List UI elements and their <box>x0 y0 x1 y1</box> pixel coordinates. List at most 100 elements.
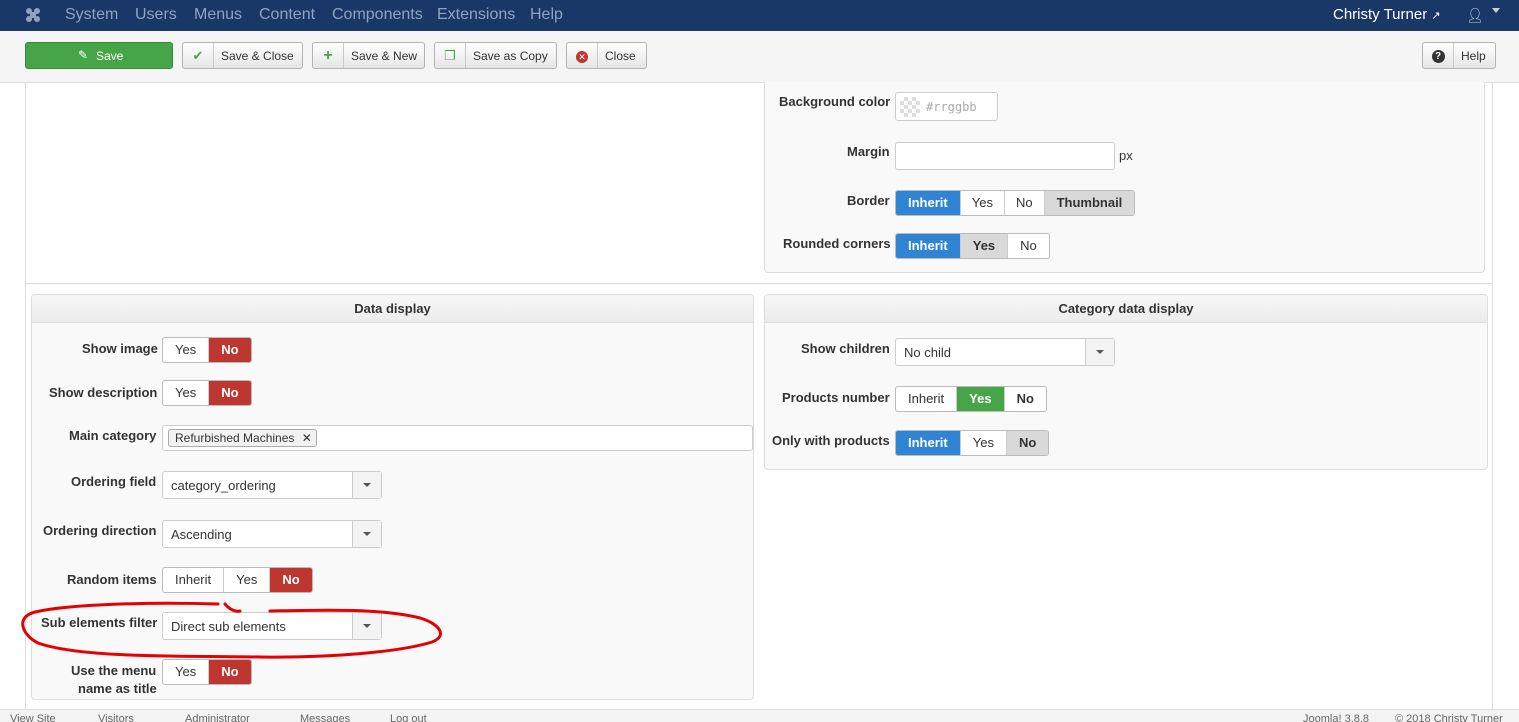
menu-title-no[interactable]: No <box>209 660 251 684</box>
chevron-down-icon[interactable] <box>352 521 381 547</box>
menu-components[interactable]: Components <box>332 6 423 24</box>
tab-frame-left <box>25 82 26 709</box>
show-image-label: Show image <box>82 341 158 356</box>
help-icon: ? <box>1423 43 1454 68</box>
show-children-select[interactable]: No child <box>895 338 1115 366</box>
ordering-field-value: category_ordering <box>171 478 276 493</box>
show-image-no[interactable]: No <box>209 338 251 362</box>
products-number-toggle[interactable]: Inherit Yes No <box>895 386 1047 412</box>
external-link-icon: ↗ <box>1431 10 1441 22</box>
show-description-yes[interactable]: Yes <box>163 381 210 405</box>
border-yes[interactable]: Yes <box>961 191 1005 215</box>
only-products-no[interactable]: No <box>1006 431 1049 455</box>
chevron-down-icon[interactable] <box>352 472 381 498</box>
products-number-inherit[interactable]: Inherit <box>896 387 958 411</box>
only-products-yes[interactable]: Yes <box>961 431 1007 455</box>
copy-icon: ❐ <box>435 43 466 68</box>
site-name-link[interactable]: Christy Turner ↗ <box>1333 6 1441 23</box>
rounded-yes[interactable]: Yes <box>960 234 1009 258</box>
plus-icon: + <box>313 43 344 68</box>
close-button[interactable]: ✕ Close <box>566 42 647 69</box>
rounded-corners-toggle[interactable]: Inherit Yes No <box>895 233 1050 259</box>
data-display-title: Data display <box>32 295 753 323</box>
remove-tag-icon[interactable]: ✕ <box>302 431 312 445</box>
random-yes[interactable]: Yes <box>224 568 271 592</box>
menu-extensions[interactable]: Extensions <box>437 6 515 24</box>
site-name: Christy Turner <box>1333 6 1428 23</box>
products-number-no[interactable]: No <box>1005 387 1046 411</box>
ordering-direction-label: Ordering direction <box>43 523 157 538</box>
main-category-label: Main category <box>69 428 157 443</box>
ordering-direction-select[interactable]: Ascending <box>162 520 382 548</box>
chevron-down-icon[interactable] <box>1085 339 1114 365</box>
margin-label: Margin <box>847 144 890 159</box>
user-icon[interactable]: 👤︎ <box>1466 7 1484 24</box>
show-description-toggle[interactable]: Yes No <box>162 380 252 406</box>
menu-system[interactable]: System <box>65 6 118 24</box>
menu-title-label-line1: Use the menu <box>71 663 157 678</box>
only-with-products-toggle[interactable]: Inherit Yes No <box>895 430 1050 456</box>
border-thumbnail[interactable]: Thumbnail <box>1044 191 1135 215</box>
random-items-label: Random items <box>67 572 157 587</box>
category-tag-label: Refurbished Machines <box>175 431 295 445</box>
products-number-yes[interactable]: Yes <box>957 387 1005 411</box>
show-description-label: Show description <box>49 385 158 400</box>
border-inherit[interactable]: Inherit <box>896 191 961 215</box>
save-close-button[interactable]: ✔ Save & Close <box>182 42 303 69</box>
background-color-field[interactable]: #rrggbb <box>895 92 998 121</box>
margin-unit: px <box>1119 148 1133 163</box>
menu-title-yes[interactable]: Yes <box>163 660 210 684</box>
border-toggle[interactable]: Inherit Yes No Thumbnail <box>895 190 1136 216</box>
save-label: Save <box>96 49 124 63</box>
save-copy-button[interactable]: ❐ Save as Copy <box>434 42 557 69</box>
section-divider <box>25 283 1493 284</box>
save-copy-label: Save as Copy <box>473 49 548 63</box>
close-label: Close <box>605 49 636 63</box>
status-bar: View Site Visitors Administrator Message… <box>0 709 1519 722</box>
main-category-field[interactable]: Refurbished Machines ✕ <box>162 425 753 451</box>
border-label: Border <box>847 193 890 208</box>
sub-elements-filter-value: Direct sub elements <box>171 619 286 634</box>
margin-input[interactable] <box>895 142 1115 170</box>
toolbar: Save ✎ ✔ Save & Close + Save & New ❐ Sav… <box>0 31 1519 83</box>
tab-frame-right <box>1492 82 1493 709</box>
help-label: Help <box>1461 49 1486 63</box>
help-button[interactable]: ? Help <box>1422 42 1496 69</box>
sub-elements-filter-select[interactable]: Direct sub elements <box>162 612 382 640</box>
sub-elements-filter-label: Sub elements filter <box>41 615 158 630</box>
chevron-down-icon[interactable] <box>1492 8 1500 13</box>
joomla-logo-icon[interactable] <box>24 6 42 24</box>
save-close-label: Save & Close <box>221 49 294 63</box>
ordering-field-label: Ordering field <box>71 474 157 489</box>
menu-title-toggle[interactable]: Yes No <box>162 659 252 685</box>
save-button[interactable]: Save ✎ <box>25 42 173 69</box>
ordering-direction-value: Ascending <box>171 527 232 542</box>
menu-menus[interactable]: Menus <box>194 6 242 24</box>
show-image-toggle[interactable]: Yes No <box>162 337 252 363</box>
show-children-value: No child <box>904 345 951 360</box>
menu-help[interactable]: Help <box>530 6 563 24</box>
rounded-inherit[interactable]: Inherit <box>896 234 961 258</box>
background-color-placeholder: #rrggbb <box>926 100 977 114</box>
random-items-toggle[interactable]: Inherit Yes No <box>162 567 313 593</box>
ordering-field-select[interactable]: category_ordering <box>162 471 382 499</box>
category-data-title: Category data display <box>765 295 1487 323</box>
edit-icon: ✎ <box>78 48 89 62</box>
random-inherit[interactable]: Inherit <box>163 568 225 592</box>
save-new-label: Save & New <box>351 49 418 63</box>
rounded-no[interactable]: No <box>1008 234 1049 258</box>
show-description-no[interactable]: No <box>209 381 251 405</box>
save-new-button[interactable]: + Save & New <box>312 42 425 69</box>
close-circle-icon: ✕ <box>567 43 598 68</box>
menu-content[interactable]: Content <box>259 6 315 24</box>
category-tag: Refurbished Machines ✕ <box>168 429 317 447</box>
only-with-products-label: Only with products <box>772 433 890 448</box>
menu-users[interactable]: Users <box>135 6 177 24</box>
border-no[interactable]: No <box>1005 191 1045 215</box>
transparent-swatch-icon <box>900 97 920 117</box>
random-no[interactable]: No <box>270 568 312 592</box>
show-image-yes[interactable]: Yes <box>163 338 210 362</box>
chevron-down-icon[interactable] <box>352 613 381 639</box>
only-products-inherit[interactable]: Inherit <box>896 431 961 455</box>
show-children-label: Show children <box>801 341 890 356</box>
